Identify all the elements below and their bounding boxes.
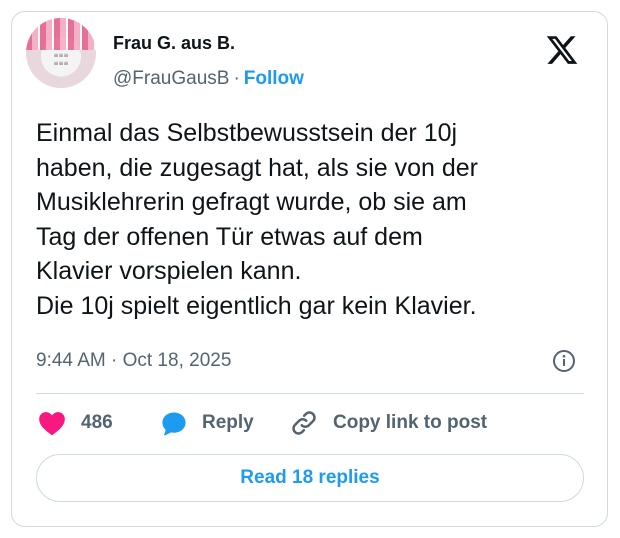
author-handle[interactable]: @FrauGausB	[113, 68, 229, 89]
read-replies-button[interactable]: Read 18 replies	[36, 454, 584, 502]
read-replies-label: Read 18 replies	[240, 467, 380, 488]
avatar[interactable]: ≡≡≡ ≡≡≡	[26, 18, 96, 88]
copy-link-button[interactable]: Copy link to post	[289, 408, 487, 438]
x-logo-icon[interactable]	[545, 33, 579, 67]
heart-icon	[39, 412, 65, 436]
divider	[36, 393, 584, 394]
follow-button[interactable]: Follow	[244, 68, 304, 89]
avatar-flowers	[26, 18, 96, 50]
link-icon	[292, 411, 316, 435]
separator-dot: ·	[233, 68, 240, 89]
post-timestamp[interactable]: 9:44 AM · Oct 18, 2025	[36, 350, 231, 372]
avatar-mug-print: ≡≡≡ ≡≡≡	[53, 52, 69, 67]
speech-bubble-icon	[162, 411, 186, 435]
reply-label: Reply	[202, 412, 254, 433]
author-handle-row: @FrauGausB · Follow	[113, 68, 304, 90]
like-count: 486	[81, 412, 113, 433]
reply-button[interactable]: Reply	[160, 408, 254, 438]
info-icon[interactable]	[552, 349, 576, 373]
post-text: Einmal das Selbstbewusstsein der 10j hab…	[36, 119, 478, 320]
like-button[interactable]: 486	[38, 408, 113, 438]
author-name[interactable]: Frau G. aus B.	[113, 33, 235, 54]
copy-link-label: Copy link to post	[333, 412, 488, 433]
